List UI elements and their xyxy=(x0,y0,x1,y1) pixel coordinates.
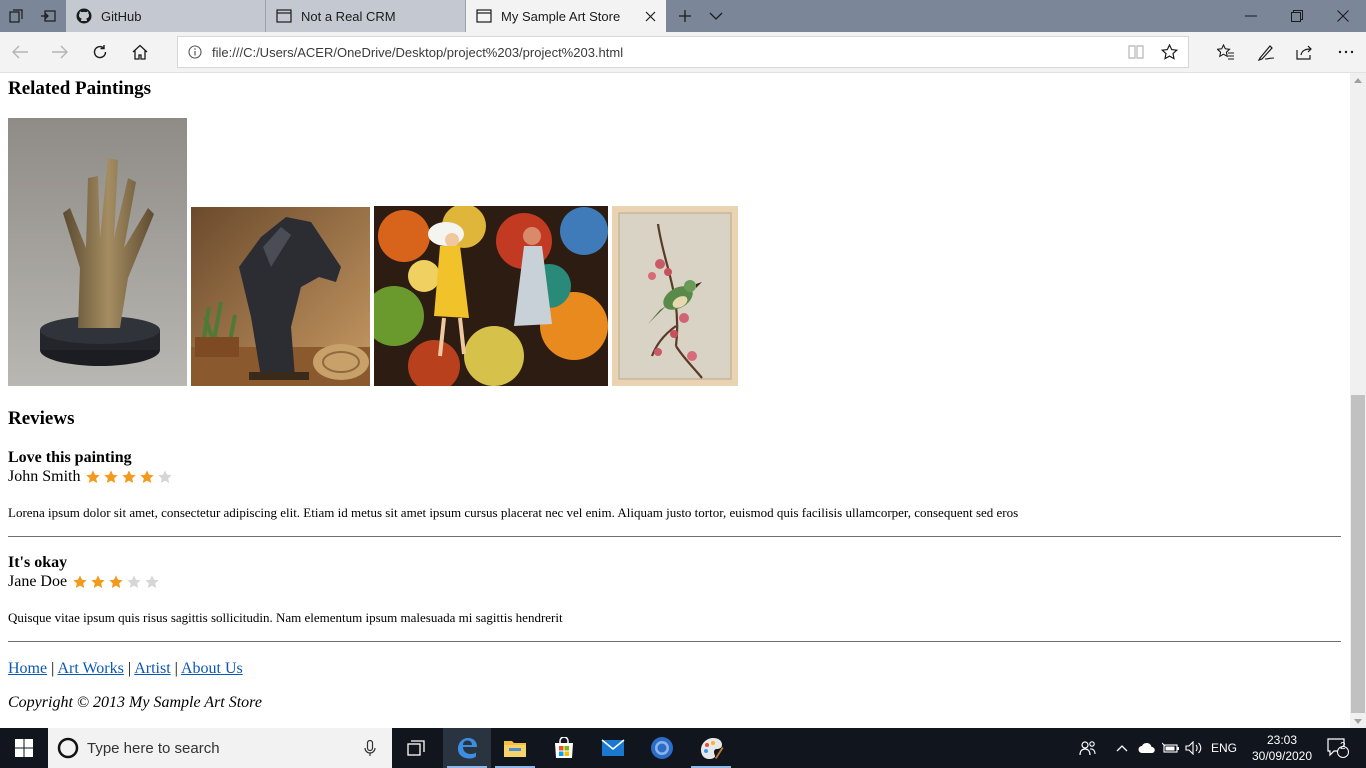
restore-window-icon[interactable] xyxy=(1274,0,1320,32)
star-rating xyxy=(71,574,161,590)
cortana-circle-icon xyxy=(57,737,79,759)
url-text[interactable]: file:///C:/Users/ACER/OneDrive/Desktop/p… xyxy=(212,45,623,60)
footer-nav: Home | Art Works | Artist | About Us xyxy=(8,660,243,678)
mail-icon[interactable] xyxy=(589,728,637,768)
onedrive-cloud-icon[interactable] xyxy=(1136,728,1158,768)
show-hidden-icons-chevron-icon[interactable] xyxy=(1112,728,1132,768)
tab-my-sample-art-store[interactable]: My Sample Art Store xyxy=(466,0,666,32)
microphone-icon[interactable] xyxy=(364,739,376,762)
related-painting-thumbnail[interactable] xyxy=(191,207,370,386)
address-bar[interactable]: file:///C:/Users/ACER/OneDrive/Desktop/p… xyxy=(177,36,1189,68)
taskbar-search-box[interactable]: Type here to search xyxy=(48,728,392,768)
star-filled-icon xyxy=(71,574,89,590)
clock-date: 30/09/2020 xyxy=(1251,749,1313,763)
favorite-star-icon[interactable] xyxy=(1160,43,1179,65)
star-filled-icon xyxy=(89,574,107,590)
review-title: It's okay xyxy=(8,554,68,571)
volume-icon[interactable] xyxy=(1183,728,1205,768)
footer-link-artist[interactable]: Artist xyxy=(134,660,170,677)
footer-link-art-works[interactable]: Art Works xyxy=(57,660,123,677)
microsoft-store-icon[interactable] xyxy=(540,728,588,768)
review-body: Lorena ipsum dolor sit amet, consectetur… xyxy=(8,505,1019,520)
tab-title: GitHub xyxy=(101,8,142,24)
review-author: Jane Doe xyxy=(8,573,68,590)
star-filled-icon xyxy=(138,469,156,485)
footer-separator: | xyxy=(51,660,55,677)
clock-time: 23:03 xyxy=(1266,733,1298,747)
copyright: Copyright © 2013 My Sample Art Store xyxy=(8,694,262,711)
page-viewport: Related Paintings Reviews Love this pain… xyxy=(0,73,1350,728)
footer-separator: | xyxy=(127,660,132,677)
review-author-row: John Smith xyxy=(8,468,174,486)
site-info-icon[interactable] xyxy=(178,45,212,59)
vertical-scrollbar[interactable] xyxy=(1350,73,1366,728)
task-view-icon[interactable] xyxy=(392,728,440,768)
home-icon[interactable] xyxy=(120,36,160,68)
set-tabs-aside-icon[interactable] xyxy=(32,0,64,32)
people-icon[interactable] xyxy=(1074,728,1102,768)
new-tab-icon[interactable] xyxy=(669,0,701,32)
footer-link-home[interactable]: Home xyxy=(8,660,47,677)
minimize-window-icon[interactable] xyxy=(1228,0,1274,32)
review-author-row: Jane Doe xyxy=(8,573,161,591)
favorites-hub-icon[interactable] xyxy=(1206,36,1246,68)
tab-preview-chevron-icon[interactable] xyxy=(700,0,732,32)
related-painting-thumbnail[interactable] xyxy=(612,206,738,386)
scroll-down-arrow-icon[interactable] xyxy=(1350,714,1366,728)
divider xyxy=(8,641,1341,642)
tab-title: My Sample Art Store xyxy=(501,8,621,24)
review-body: Quisque vitae ipsum quis risus sagittis … xyxy=(8,610,563,625)
related-painting-thumbnail[interactable] xyxy=(8,118,187,386)
footer-link-about-us[interactable]: About Us xyxy=(181,660,243,677)
paint-3d-icon[interactable] xyxy=(687,728,735,768)
file-explorer-icon[interactable] xyxy=(491,728,539,768)
windows-start-icon[interactable] xyxy=(0,728,48,768)
action-center-notification-icon[interactable]: 2 xyxy=(1318,728,1358,768)
add-notes-pen-icon[interactable] xyxy=(1246,36,1286,68)
github-icon xyxy=(76,8,92,24)
star-filled-icon xyxy=(84,469,102,485)
star-filled-icon xyxy=(107,574,125,590)
refresh-icon[interactable] xyxy=(80,36,120,68)
browser-tab-bar: GitHub Not a Real CRM My Sample Art Stor… xyxy=(0,0,1366,32)
footer-separator: | xyxy=(174,660,178,677)
tab-github[interactable]: GitHub xyxy=(66,0,266,32)
close-tab-icon[interactable] xyxy=(642,8,658,24)
star-filled-icon xyxy=(102,469,120,485)
close-window-icon[interactable] xyxy=(1320,0,1366,32)
star-filled-icon xyxy=(120,469,138,485)
tab-not-a-real-crm[interactable]: Not a Real CRM xyxy=(266,0,466,32)
input-language-indicator[interactable]: ENG xyxy=(1206,728,1242,768)
edge-browser-icon[interactable] xyxy=(443,728,491,768)
windows-taskbar: Type here to search ENG 23:03 30/09/2020… xyxy=(0,728,1366,768)
tab-title: Not a Real CRM xyxy=(301,8,396,24)
search-placeholder: Type here to search xyxy=(87,739,220,757)
star-empty-icon xyxy=(156,469,174,485)
reviews-heading: Reviews xyxy=(8,408,75,429)
back-arrow-icon[interactable] xyxy=(0,36,40,68)
share-icon[interactable] xyxy=(1285,36,1325,68)
forward-arrow-icon[interactable] xyxy=(40,36,80,68)
page-icon xyxy=(476,8,492,24)
review-title: Love this painting xyxy=(8,449,132,466)
chrome-icon[interactable] xyxy=(638,728,686,768)
scroll-up-arrow-icon[interactable] xyxy=(1350,73,1366,87)
more-options-icon[interactable] xyxy=(1326,36,1366,68)
battery-icon[interactable] xyxy=(1160,728,1182,768)
star-empty-icon xyxy=(143,574,161,590)
related-painting-thumbnail[interactable] xyxy=(364,204,608,392)
system-clock[interactable]: 23:03 30/09/2020 xyxy=(1248,728,1316,768)
star-empty-icon xyxy=(125,574,143,590)
notification-count-badge: 2 xyxy=(1340,741,1346,752)
related-paintings-heading: Related Paintings xyxy=(8,78,152,99)
scrollbar-thumb[interactable] xyxy=(1351,395,1365,713)
review-author: John Smith xyxy=(8,468,81,485)
page-icon xyxy=(276,8,292,24)
star-rating xyxy=(84,469,174,485)
language-label: ENG xyxy=(1210,741,1237,755)
divider xyxy=(8,536,1341,537)
tab-actions-icon[interactable] xyxy=(0,0,32,32)
browser-toolbar: file:///C:/Users/ACER/OneDrive/Desktop/p… xyxy=(0,32,1366,73)
reading-view-icon[interactable] xyxy=(1128,45,1144,64)
